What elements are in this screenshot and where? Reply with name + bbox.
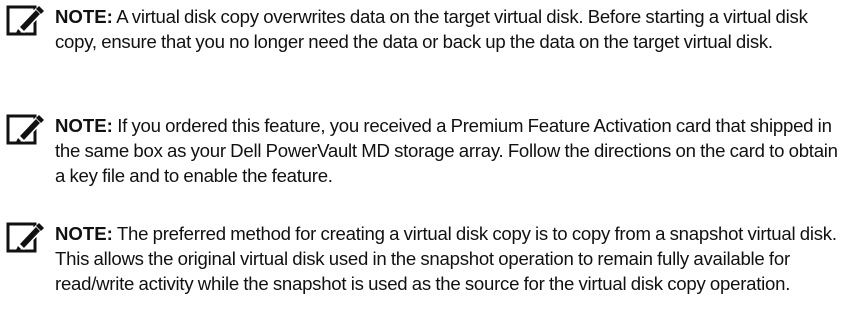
note-body: If you ordered this feature, you receive… [55,115,838,186]
pencil-note-icon [6,5,44,37]
note-text: NOTE: If you ordered this feature, you r… [55,113,851,188]
note-body: The preferred method for creating a virt… [55,223,837,294]
pencil-note-icon [6,114,44,146]
note-label: NOTE: [55,223,113,244]
note-text: NOTE: A virtual disk copy overwrites dat… [55,4,851,54]
note-body: A virtual disk copy overwrites data on t… [55,6,808,52]
note-label: NOTE: [55,6,113,27]
note-text: NOTE: The preferred method for creating … [55,221,851,296]
note-label: NOTE: [55,115,113,136]
pencil-note-icon [6,222,44,254]
